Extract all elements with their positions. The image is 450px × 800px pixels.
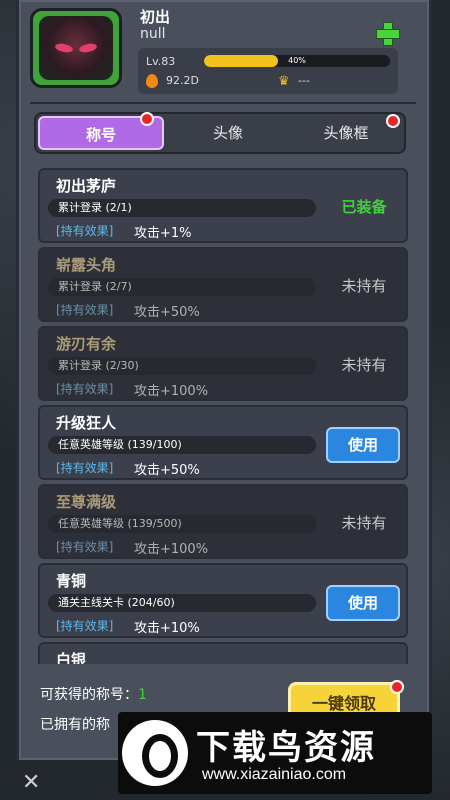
equipped-status: 已装备 xyxy=(341,198,387,216)
watermark: 下载鸟资源 www.xiazainiao.com xyxy=(118,712,432,794)
player-rank: --- xyxy=(298,74,310,87)
title-card: 游刃有余 累计登录 (2/30) [持有效果] 攻击+100% 未持有 xyxy=(38,326,408,401)
effect-tag: [持有效果] xyxy=(56,303,114,317)
crown-icon: ♛ xyxy=(278,74,290,89)
condition-bar: 任意英雄等级 (139/100) xyxy=(48,436,316,454)
title-name: 初出茅庐 xyxy=(56,177,117,195)
xp-progress-bar: 40% xyxy=(204,55,390,67)
owned-titles: 已拥有的称 xyxy=(40,714,110,734)
titles-tab-badge xyxy=(140,112,154,126)
obtainable-count: 1 xyxy=(138,687,147,703)
effect-value: 攻击+10% xyxy=(134,621,200,636)
title-condition: 累计登录 (2/30) xyxy=(58,359,139,372)
title-list[interactable]: 初出茅庐 累计登录 (2/1) [持有效果] 攻击+1% 已装备 崭露头角 累计… xyxy=(38,168,408,664)
tab-avatars[interactable]: 头像 xyxy=(166,114,290,152)
player-avatar[interactable] xyxy=(30,8,122,88)
tab-bar: 称号 头像 头像框 xyxy=(34,112,406,154)
xp-progress-text: 40% xyxy=(288,56,306,65)
title-card: 白银 xyxy=(38,642,408,664)
title-condition: 任意英雄等级 (139/500) xyxy=(58,517,182,530)
effect-value: 攻击+50% xyxy=(134,463,200,478)
use-button[interactable]: 使用 xyxy=(326,427,400,463)
effect-tag: [持有效果] xyxy=(56,540,114,554)
unowned-status: 未持有 xyxy=(341,277,387,295)
title-card: 至尊满级 任意英雄等级 (139/500) [持有效果] 攻击+100% 未持有 xyxy=(38,484,408,559)
condition-bar: 累计登录 (2/1) xyxy=(48,199,316,217)
player-name: 初出 xyxy=(140,8,171,26)
avatar-image xyxy=(39,16,113,80)
player-stats: Lv.83 40% 92.2D ♛ --- xyxy=(138,48,398,94)
watermark-logo xyxy=(122,720,188,786)
plus-icon[interactable] xyxy=(376,22,400,46)
frames-tab-badge xyxy=(386,114,400,128)
effect-tag: [持有效果] xyxy=(56,224,114,238)
title-card: 青铜 通关主线关卡 (204/60) [持有效果] 攻击+10% 使用 xyxy=(38,563,408,638)
title-name: 升级狂人 xyxy=(56,414,117,432)
condition-bar: 通关主线关卡 (204/60) xyxy=(48,594,316,612)
claim-badge xyxy=(390,680,404,694)
title-condition: 任意英雄等级 (139/100) xyxy=(58,438,182,451)
title-name: 游刃有余 xyxy=(56,335,117,353)
title-name: 白银 xyxy=(56,651,87,664)
title-condition: 累计登录 (2/1) xyxy=(58,201,132,214)
owned-label: 已拥有的称 xyxy=(40,717,110,733)
player-level: Lv.83 xyxy=(146,55,176,68)
header-divider xyxy=(30,102,416,104)
effect-value: 攻击+100% xyxy=(134,384,209,399)
unowned-status: 未持有 xyxy=(341,356,387,374)
effect-tag: [持有效果] xyxy=(56,619,114,633)
title-card: 初出茅庐 累计登录 (2/1) [持有效果] 攻击+1% 已装备 xyxy=(38,168,408,243)
title-condition: 累计登录 (2/7) xyxy=(58,280,132,293)
condition-bar: 累计登录 (2/30) xyxy=(48,357,316,375)
guild-name: null xyxy=(140,26,166,42)
obtainable-label: 可获得的称号： xyxy=(40,687,138,703)
watermark-title: 下载鸟资源 xyxy=(196,728,376,768)
effect-value: 攻击+1% xyxy=(134,226,192,241)
title-name: 崭露头角 xyxy=(56,256,117,274)
close-icon[interactable]: ✕ xyxy=(22,772,40,794)
watermark-url: www.xiazainiao.com xyxy=(202,766,347,783)
unowned-status: 未持有 xyxy=(341,514,387,532)
title-name: 青铜 xyxy=(56,572,87,590)
use-button[interactable]: 使用 xyxy=(326,585,400,621)
combat-power: 92.2D xyxy=(166,74,199,87)
effect-tag: [持有效果] xyxy=(56,461,114,475)
title-name: 至尊满级 xyxy=(56,493,117,511)
flame-icon xyxy=(146,74,158,88)
effect-value: 攻击+50% xyxy=(134,305,200,320)
condition-bar: 任意英雄等级 (139/500) xyxy=(48,515,316,533)
title-card: 崭露头角 累计登录 (2/7) [持有效果] 攻击+50% 未持有 xyxy=(38,247,408,322)
effect-tag: [持有效果] xyxy=(56,382,114,396)
obtainable-titles: 可获得的称号：1 xyxy=(40,684,147,704)
title-condition: 通关主线关卡 (204/60) xyxy=(58,596,175,609)
condition-bar: 累计登录 (2/7) xyxy=(48,278,316,296)
title-card: 升级狂人 任意英雄等级 (139/100) [持有效果] 攻击+50% 使用 xyxy=(38,405,408,480)
effect-value: 攻击+100% xyxy=(134,542,209,557)
